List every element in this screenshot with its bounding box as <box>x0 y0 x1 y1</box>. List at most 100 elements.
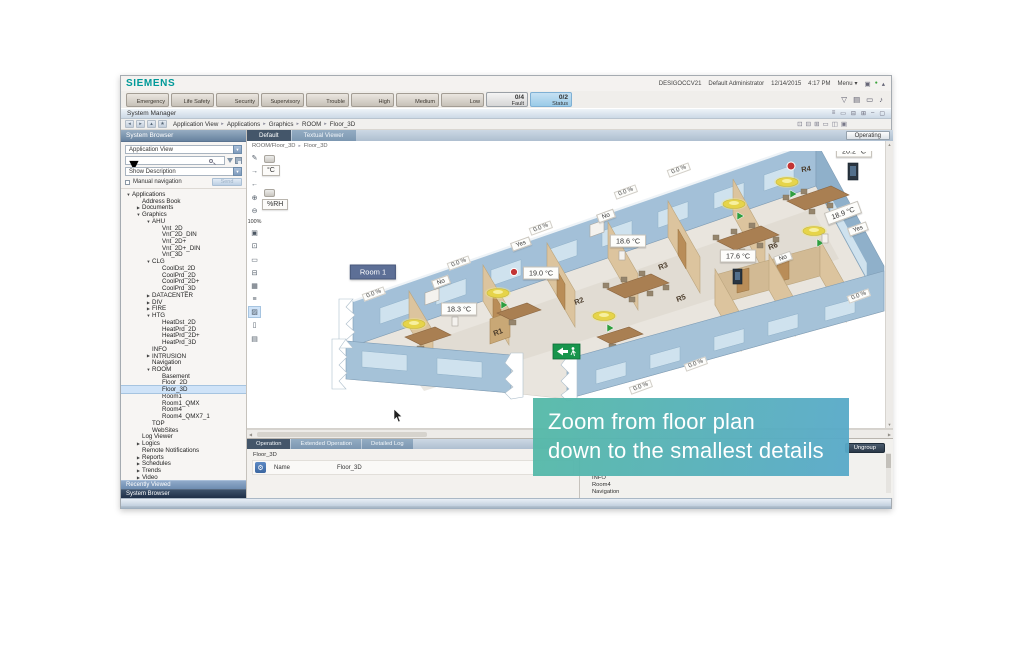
tree-item[interactable]: ▶ INTRUSION <box>121 353 246 360</box>
restore-icon[interactable]: ▢ <box>879 110 885 117</box>
scroll-right-icon[interactable]: ▶ <box>888 432 891 437</box>
alarm-category-button[interactable]: Life Safety <box>171 93 214 107</box>
percent-label[interactable]: 0.0 % <box>667 162 692 178</box>
tree-item[interactable]: ▶ Documents <box>121 204 246 211</box>
property-row[interactable]: ⚙ Name Floor_3D <box>252 460 574 475</box>
layout-c-icon[interactable]: ⊞ <box>861 110 866 117</box>
alarm-category-button[interactable]: High <box>351 93 394 107</box>
tree-item[interactable]: Vnt_2D+_DIN <box>121 245 246 252</box>
tree-expand-icon[interactable]: ▶ <box>135 475 142 480</box>
tree-item[interactable]: WebSites <box>121 427 246 434</box>
percent-label[interactable]: 0.0 % <box>629 379 654 395</box>
send-button[interactable]: Send <box>212 178 242 186</box>
tree-item[interactable]: Floor_3D <box>121 386 246 393</box>
palette-symbol[interactable]: °C <box>262 155 288 176</box>
system-browser-panel-bar[interactable]: System Browser <box>121 489 246 498</box>
tree-expand-icon[interactable]: ▼ <box>145 313 152 318</box>
alarm-category-button[interactable]: Emergency <box>126 93 169 107</box>
tree-expand-icon[interactable]: ▶ <box>135 441 142 446</box>
temperature-label[interactable]: 18.6 °C <box>610 235 646 248</box>
tree-item[interactable]: Room1_QMX <box>121 400 246 407</box>
presence-label[interactable]: No <box>773 251 793 266</box>
alarm-category-button[interactable]: Low <box>441 93 484 107</box>
grid-icon[interactable]: ▦ <box>249 281 260 291</box>
save-search-icon[interactable] <box>235 157 242 164</box>
layout-custom-icon[interactable]: ▣ <box>841 120 847 128</box>
tree-item[interactable]: ▼ AHU <box>121 218 246 225</box>
temperature-label[interactable]: 17.6 °C <box>720 250 756 263</box>
pan-mode-icon[interactable]: ▭ <box>249 255 260 265</box>
scroll-down-icon[interactable]: ▼ <box>888 422 892 427</box>
breadcrumb-item[interactable]: Graphics <box>269 121 294 128</box>
room-tag[interactable]: R2 <box>573 295 585 307</box>
breadcrumb-item[interactable]: Application View <box>173 121 218 128</box>
tab-textual-viewer[interactable]: Textual Viewer <box>292 130 356 141</box>
tab-default[interactable]: Default <box>247 130 291 141</box>
percent-label[interactable]: 0.0 % <box>614 184 639 200</box>
percent-label[interactable]: 0.0 % <box>447 255 472 271</box>
scroll-left-icon[interactable]: ◀ <box>249 432 252 437</box>
description-selector-dropdown[interactable]: Show Description ▼ <box>125 167 242 176</box>
layout-tall-icon[interactable]: ◫ <box>832 120 838 128</box>
operation-tab[interactable]: Detailed Log <box>362 439 413 449</box>
list-item[interactable]: INFO <box>592 475 619 482</box>
percent-label[interactable]: 0.0 % <box>847 288 872 304</box>
tree-item[interactable]: HeatPrd_3D <box>121 339 246 346</box>
breadcrumb-item[interactable]: ROOM <box>302 121 321 128</box>
layers-icon[interactable]: ≡ <box>249 294 260 304</box>
tree-expand-icon[interactable]: ▶ <box>135 468 142 473</box>
layout-four-icon[interactable]: ⊞ <box>814 120 819 128</box>
pin-icon[interactable]: ≡ <box>832 110 836 117</box>
filter-icon[interactable]: ▽ <box>841 95 847 104</box>
alarm-category-button[interactable]: Supervisory <box>261 93 304 107</box>
audio-icon[interactable]: ♪ <box>879 95 883 104</box>
chevron-down-icon[interactable]: ▼ <box>233 145 242 154</box>
scroll-up-icon[interactable]: ▲ <box>888 142 892 147</box>
edit-icon[interactable]: ✎ <box>249 153 260 163</box>
back-icon[interactable]: ◂ <box>125 120 134 128</box>
zoom-out-icon[interactable]: ⊖ <box>249 206 260 216</box>
connection-status-icon[interactable]: ● <box>875 80 878 88</box>
fault-summary-button[interactable]: 0/4 Fault <box>486 92 528 107</box>
tree-expand-icon[interactable]: ▶ <box>135 461 142 466</box>
alarm-category-button[interactable]: Medium <box>396 93 439 107</box>
operating-mode-button[interactable]: Operating <box>846 131 890 140</box>
minimize-icon[interactable]: – <box>871 110 874 117</box>
event-list-icon[interactable]: ▤ <box>853 95 860 104</box>
manual-navigation-checkbox[interactable] <box>125 180 130 185</box>
tree-item[interactable]: Navigation <box>121 359 246 366</box>
tree-item[interactable]: Log Viewer <box>121 433 246 440</box>
status-summary-button[interactable]: 0/2 Status <box>530 92 572 107</box>
layout-two-icon[interactable]: ⊟ <box>806 120 811 128</box>
list-item[interactable]: Navigation <box>592 489 619 496</box>
layout-single-icon[interactable]: ⊡ <box>797 120 802 128</box>
room-tag[interactable]: R5 <box>675 292 687 304</box>
forward-icon[interactable]: ▸ <box>136 120 145 128</box>
tree-expand-icon[interactable]: ▶ <box>135 205 142 210</box>
pan-back-icon[interactable]: ← <box>249 179 260 189</box>
tree-expand-icon[interactable]: ▶ <box>145 306 152 311</box>
tree-item[interactable]: Vnt_3D <box>121 252 246 259</box>
room-tag[interactable]: R4 <box>801 164 812 174</box>
breadcrumb-item[interactable]: Floor_3D <box>330 121 355 128</box>
tree-expand-icon[interactable]: ▶ <box>145 300 152 305</box>
tree-expand-icon[interactable]: ▼ <box>135 212 142 217</box>
fit-view-icon[interactable]: ▣ <box>249 228 260 238</box>
room-tag[interactable]: R3 <box>657 260 669 272</box>
tree-expand-icon[interactable]: ▼ <box>145 367 152 372</box>
presence-label[interactable]: No <box>596 209 616 224</box>
tree-item[interactable]: TOP <box>121 420 246 427</box>
up-icon[interactable]: ▴ <box>147 120 156 128</box>
layout-wide-icon[interactable]: ▭ <box>823 120 829 128</box>
zoom-in-icon[interactable]: ⊕ <box>249 193 260 203</box>
room-tag[interactable]: R6 <box>767 240 779 252</box>
presence-label[interactable]: No <box>431 275 451 290</box>
presence-label[interactable]: Yes <box>510 236 532 251</box>
tree-item[interactable]: ▶ Schedules <box>121 460 246 467</box>
window-icon[interactable]: ▣ <box>865 80 871 88</box>
alarm-category-button[interactable]: Security <box>216 93 259 107</box>
recently-viewed-panel-bar[interactable]: Recently Viewed <box>121 480 246 489</box>
tree-item[interactable]: Address Book <box>121 198 246 205</box>
ungroup-button[interactable]: Ungroup <box>845 443 885 453</box>
operation-tab[interactable]: Operation <box>247 439 290 449</box>
